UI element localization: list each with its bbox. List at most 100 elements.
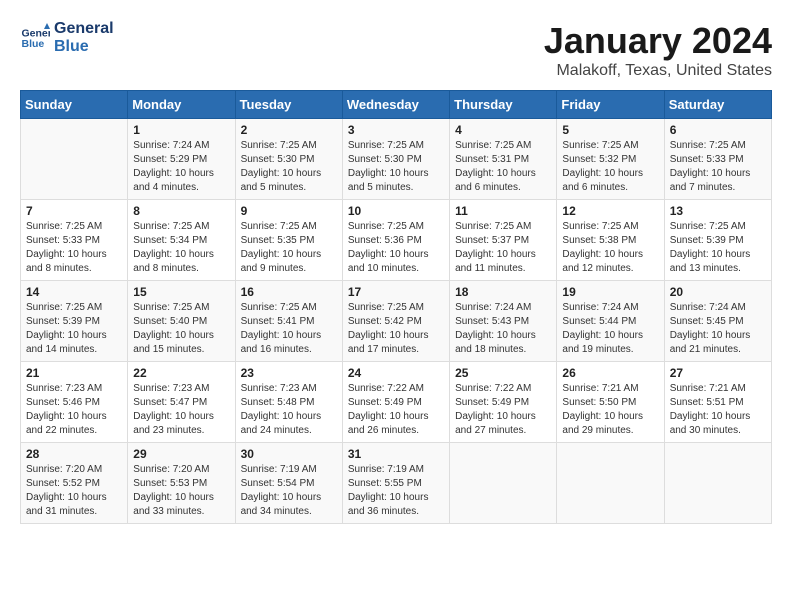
calendar-cell: 22 Sunrise: 7:23 AM Sunset: 5:47 PM Dayli… — [128, 362, 235, 443]
day-number: 8 — [133, 204, 229, 218]
calendar-cell: 28 Sunrise: 7:20 AM Sunset: 5:52 PM Dayli… — [21, 443, 128, 524]
calendar-cell: 25Sunrise: 7:22 AM Sunset: 5:49 PM Dayli… — [450, 362, 557, 443]
day-number: 5 — [562, 123, 658, 137]
calendar-cell — [450, 443, 557, 524]
page-header: General Blue General Blue January 2024 M… — [20, 20, 772, 80]
title-block: January 2024 Malakoff, Texas, United Sta… — [544, 20, 772, 80]
day-number: 13 — [670, 204, 766, 218]
calendar-subtitle: Malakoff, Texas, United States — [544, 62, 772, 80]
calendar-week-row: 1 Sunrise: 7:24 AM Sunset: 5:29 PM Daylig… — [21, 119, 772, 200]
calendar-cell: 15 Sunrise: 7:25 AM Sunset: 5:40 PM Dayli… — [128, 281, 235, 362]
calendar-cell: 31 Sunrise: 7:19 AM Sunset: 5:55 PM Dayli… — [342, 443, 449, 524]
calendar-cell: 18 Sunrise: 7:24 AM Sunset: 5:43 PM Dayli… — [450, 281, 557, 362]
day-number: 19 — [562, 285, 658, 299]
calendar-cell: 8Sunrise: 7:25 AM Sunset: 5:34 PM Daylig… — [128, 200, 235, 281]
weekday-header-saturday: Saturday — [664, 91, 771, 119]
day-info: Sunrise: 7:25 AM Sunset: 5:32 PM Dayligh… — [562, 139, 658, 195]
day-info: Sunrise: 7:24 AM Sunset: 5:43 PM Dayligh… — [455, 301, 551, 357]
day-info: Sunrise: 7:20 AM Sunset: 5:52 PM Dayligh… — [26, 463, 122, 519]
day-number: 1 — [133, 123, 229, 137]
day-info: Sunrise: 7:25 AM Sunset: 5:30 PM Dayligh… — [241, 139, 337, 195]
day-info: Sunrise: 7:25 AM Sunset: 5:39 PM Dayligh… — [26, 301, 122, 357]
day-number: 14 — [26, 285, 122, 299]
calendar-cell: 4 Sunrise: 7:25 AM Sunset: 5:31 PM Daylig… — [450, 119, 557, 200]
calendar-cell: 17 Sunrise: 7:25 AM Sunset: 5:42 PM Dayli… — [342, 281, 449, 362]
day-number: 4 — [455, 123, 551, 137]
weekday-header-monday: Monday — [128, 91, 235, 119]
logo-line1: General — [54, 20, 114, 38]
day-number: 6 — [670, 123, 766, 137]
calendar-cell: 14 Sunrise: 7:25 AM Sunset: 5:39 PM Dayli… — [21, 281, 128, 362]
calendar-cell: 27Sunrise: 7:21 AM Sunset: 5:51 PM Dayli… — [664, 362, 771, 443]
day-number: 3 — [348, 123, 444, 137]
day-info: Sunrise: 7:23 AM Sunset: 5:46 PM Dayligh… — [26, 382, 122, 438]
day-number: 28 — [26, 447, 122, 461]
calendar-cell: 20 Sunrise: 7:24 AM Sunset: 5:45 PM Dayli… — [664, 281, 771, 362]
day-number: 20 — [670, 285, 766, 299]
day-info: Sunrise: 7:22 AM Sunset: 5:49 PM Dayligh… — [455, 382, 551, 438]
day-number: 2 — [241, 123, 337, 137]
logo: General Blue General Blue — [20, 20, 114, 56]
day-info: Sunrise: 7:25 AM Sunset: 5:37 PM Dayligh… — [455, 220, 551, 276]
calendar-cell: 16 Sunrise: 7:25 AM Sunset: 5:41 PM Dayli… — [235, 281, 342, 362]
calendar-body: 1 Sunrise: 7:24 AM Sunset: 5:29 PM Daylig… — [21, 119, 772, 524]
day-number: 23 — [241, 366, 337, 380]
day-number: 17 — [348, 285, 444, 299]
day-number: 11 — [455, 204, 551, 218]
calendar-cell: 24 Sunrise: 7:22 AM Sunset: 5:49 PM Dayli… — [342, 362, 449, 443]
day-info: Sunrise: 7:25 AM Sunset: 5:30 PM Dayligh… — [348, 139, 444, 195]
calendar-cell: 26Sunrise: 7:21 AM Sunset: 5:50 PM Dayli… — [557, 362, 664, 443]
day-number: 22 — [133, 366, 229, 380]
calendar-cell: 10 Sunrise: 7:25 AM Sunset: 5:36 PM Dayli… — [342, 200, 449, 281]
calendar-cell: 9Sunrise: 7:25 AM Sunset: 5:35 PM Daylig… — [235, 200, 342, 281]
day-number: 24 — [348, 366, 444, 380]
day-number: 29 — [133, 447, 229, 461]
day-info: Sunrise: 7:23 AM Sunset: 5:47 PM Dayligh… — [133, 382, 229, 438]
calendar-cell — [557, 443, 664, 524]
logo-icon: General Blue — [20, 23, 50, 53]
day-info: Sunrise: 7:22 AM Sunset: 5:49 PM Dayligh… — [348, 382, 444, 438]
day-number: 27 — [670, 366, 766, 380]
calendar-week-row: 14 Sunrise: 7:25 AM Sunset: 5:39 PM Dayli… — [21, 281, 772, 362]
day-number: 21 — [26, 366, 122, 380]
calendar-cell: 30 Sunrise: 7:19 AM Sunset: 5:54 PM Dayli… — [235, 443, 342, 524]
calendar-cell: 2 Sunrise: 7:25 AM Sunset: 5:30 PM Daylig… — [235, 119, 342, 200]
day-number: 26 — [562, 366, 658, 380]
weekday-header-row: SundayMondayTuesdayWednesdayThursdayFrid… — [21, 91, 772, 119]
calendar-cell: 12 Sunrise: 7:25 AM Sunset: 5:38 PM Dayli… — [557, 200, 664, 281]
day-number: 16 — [241, 285, 337, 299]
day-number: 31 — [348, 447, 444, 461]
day-info: Sunrise: 7:24 AM Sunset: 5:45 PM Dayligh… — [670, 301, 766, 357]
day-info: Sunrise: 7:25 AM Sunset: 5:40 PM Dayligh… — [133, 301, 229, 357]
day-info: Sunrise: 7:19 AM Sunset: 5:54 PM Dayligh… — [241, 463, 337, 519]
day-info: Sunrise: 7:25 AM Sunset: 5:39 PM Dayligh… — [670, 220, 766, 276]
day-number: 12 — [562, 204, 658, 218]
day-number: 18 — [455, 285, 551, 299]
day-info: Sunrise: 7:20 AM Sunset: 5:53 PM Dayligh… — [133, 463, 229, 519]
calendar-cell: 6Sunrise: 7:25 AM Sunset: 5:33 PM Daylig… — [664, 119, 771, 200]
day-info: Sunrise: 7:24 AM Sunset: 5:29 PM Dayligh… — [133, 139, 229, 195]
svg-text:Blue: Blue — [22, 38, 45, 50]
calendar-cell: 13 Sunrise: 7:25 AM Sunset: 5:39 PM Dayli… — [664, 200, 771, 281]
day-info: Sunrise: 7:23 AM Sunset: 5:48 PM Dayligh… — [241, 382, 337, 438]
calendar-title: January 2024 — [544, 20, 772, 62]
weekday-header-sunday: Sunday — [21, 91, 128, 119]
calendar-week-row: 28 Sunrise: 7:20 AM Sunset: 5:52 PM Dayli… — [21, 443, 772, 524]
weekday-header-tuesday: Tuesday — [235, 91, 342, 119]
day-info: Sunrise: 7:24 AM Sunset: 5:44 PM Dayligh… — [562, 301, 658, 357]
day-info: Sunrise: 7:25 AM Sunset: 5:42 PM Dayligh… — [348, 301, 444, 357]
day-info: Sunrise: 7:25 AM Sunset: 5:36 PM Dayligh… — [348, 220, 444, 276]
day-info: Sunrise: 7:25 AM Sunset: 5:31 PM Dayligh… — [455, 139, 551, 195]
calendar-cell: 19 Sunrise: 7:24 AM Sunset: 5:44 PM Dayli… — [557, 281, 664, 362]
calendar-table: SundayMondayTuesdayWednesdayThursdayFrid… — [20, 90, 772, 524]
calendar-cell: 3 Sunrise: 7:25 AM Sunset: 5:30 PM Daylig… — [342, 119, 449, 200]
day-number: 7 — [26, 204, 122, 218]
day-number: 10 — [348, 204, 444, 218]
day-number: 15 — [133, 285, 229, 299]
day-info: Sunrise: 7:19 AM Sunset: 5:55 PM Dayligh… — [348, 463, 444, 519]
calendar-header: SundayMondayTuesdayWednesdayThursdayFrid… — [21, 91, 772, 119]
calendar-cell — [21, 119, 128, 200]
day-info: Sunrise: 7:25 AM Sunset: 5:38 PM Dayligh… — [562, 220, 658, 276]
day-number: 30 — [241, 447, 337, 461]
day-info: Sunrise: 7:25 AM Sunset: 5:41 PM Dayligh… — [241, 301, 337, 357]
